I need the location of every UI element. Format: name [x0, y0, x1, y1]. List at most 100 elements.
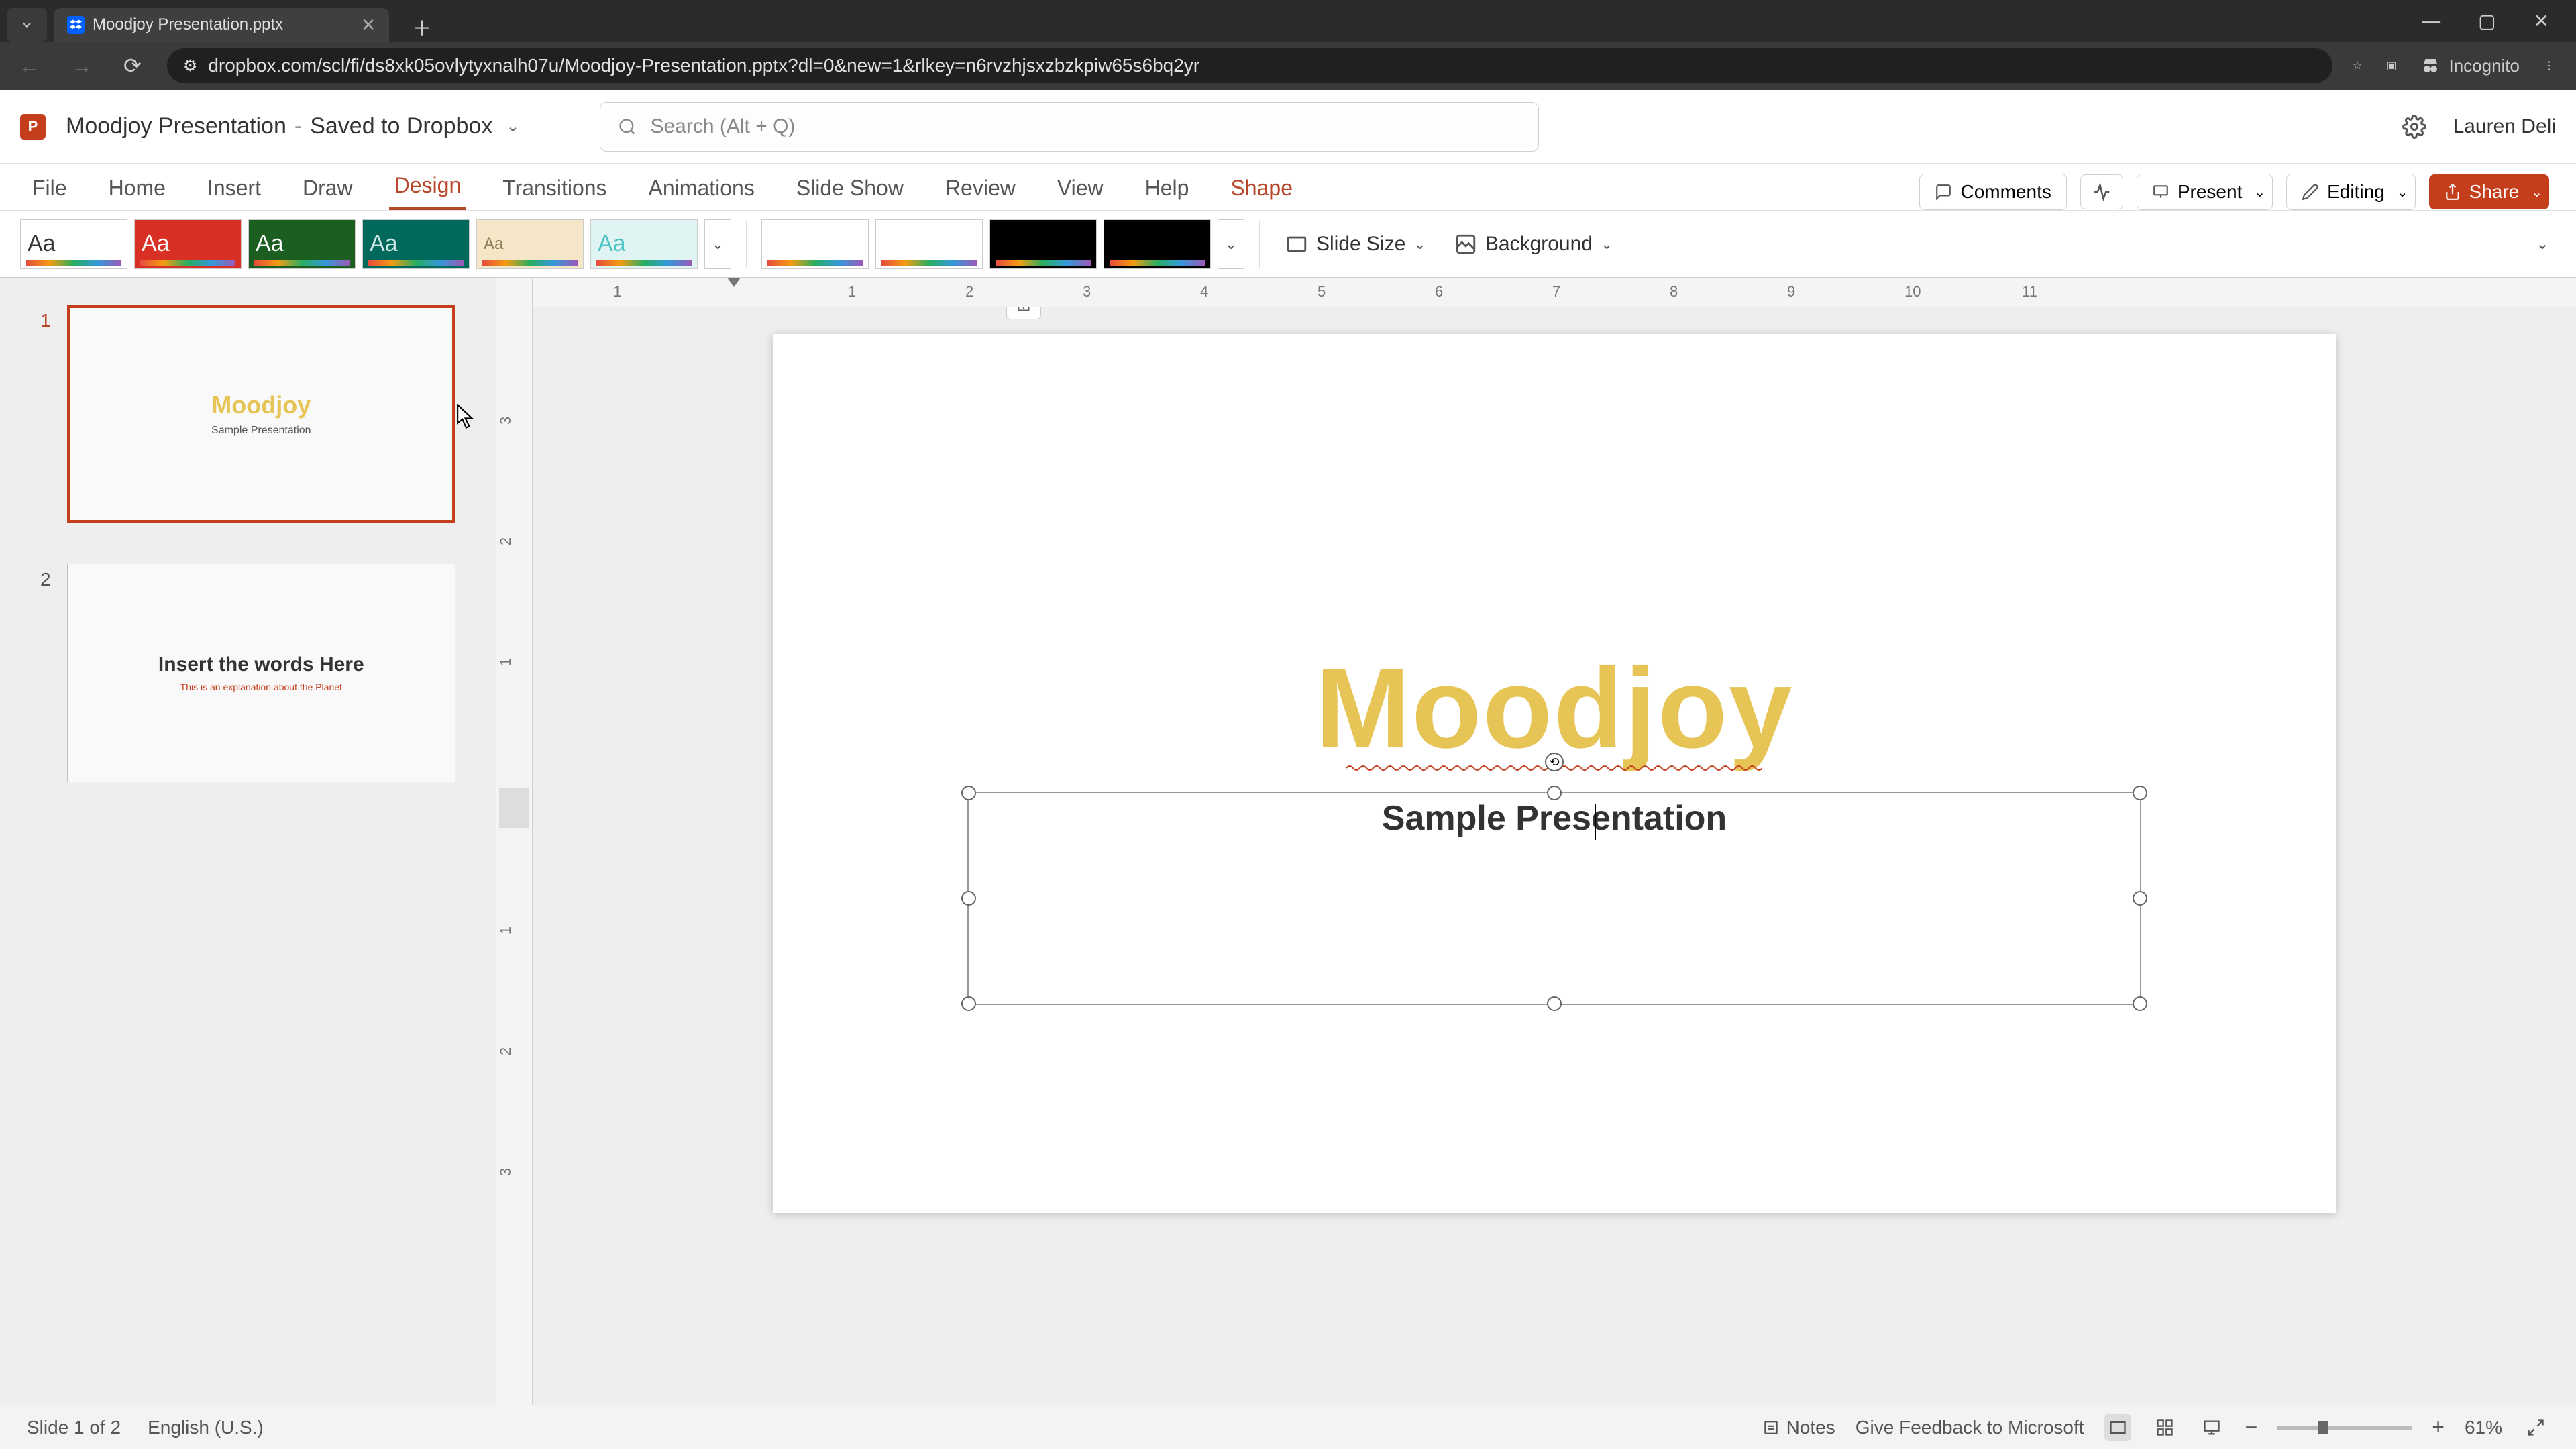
browser-menu-icon[interactable]: ⋮ — [2544, 59, 2555, 72]
ribbon-collapse-button[interactable]: ⌄ — [2529, 227, 2556, 260]
slide-canvas[interactable]: Moodjoy ⟲ Sample Presentat — [773, 334, 2336, 1213]
theme-option-1[interactable]: Aa — [20, 219, 127, 269]
search-input[interactable]: Search (Alt + Q) — [600, 102, 1539, 152]
slide-thumbnail-2[interactable]: Insert the words Here This is an explana… — [67, 564, 455, 782]
site-settings-icon[interactable]: ⚙ — [183, 56, 198, 76]
comment-icon — [1935, 183, 1952, 201]
user-name[interactable]: Lauren Deli — [2453, 115, 2556, 138]
background-button[interactable]: Background ⌄ — [1444, 226, 1624, 262]
minimize-icon[interactable]: — — [2422, 10, 2440, 32]
zoom-level[interactable]: 61% — [2465, 1417, 2502, 1438]
reading-view-button[interactable] — [2198, 1414, 2225, 1441]
resize-handle[interactable] — [2133, 786, 2147, 800]
tab-transitions[interactable]: Transitions — [497, 166, 612, 210]
theme-option-6[interactable]: Aa — [590, 219, 698, 269]
feedback-link[interactable]: Give Feedback to Microsoft — [1856, 1417, 2084, 1438]
present-icon — [2152, 183, 2169, 201]
tab-close-icon[interactable]: ✕ — [361, 15, 376, 36]
resize-handle[interactable] — [2133, 891, 2147, 906]
url-text: dropbox.com/scl/fi/ds8xk05ovlytyxnalh07u… — [208, 55, 1199, 76]
notes-icon — [1762, 1419, 1780, 1436]
sorter-view-button[interactable] — [2151, 1414, 2178, 1441]
theme-option-2[interactable]: Aa — [134, 219, 241, 269]
reload-button[interactable]: ⟳ — [118, 53, 147, 78]
slide-number: 2 — [40, 564, 51, 782]
new-tab-button[interactable]: ＋ — [402, 12, 441, 42]
resize-handle[interactable] — [2133, 996, 2147, 1011]
variant-option-4[interactable] — [1104, 219, 1211, 269]
slide-number: 1 — [40, 305, 51, 523]
close-window-icon[interactable]: ✕ — [2534, 10, 2549, 32]
reading-mode-icon[interactable]: ▣ — [2386, 59, 2396, 72]
pencil-icon — [2302, 183, 2319, 201]
language-indicator[interactable]: English (U.S.) — [148, 1417, 264, 1438]
variant-option-3[interactable] — [989, 219, 1097, 269]
editing-mode-button[interactable]: Editing ⌄ — [2286, 174, 2415, 210]
share-button[interactable]: Share ⌄ — [2429, 174, 2549, 209]
resize-handle[interactable] — [961, 891, 976, 906]
theme-option-3[interactable]: Aa — [248, 219, 356, 269]
zoom-out-button[interactable]: − — [2245, 1415, 2258, 1440]
maximize-icon[interactable]: ▢ — [2478, 10, 2496, 32]
zoom-slider[interactable] — [2277, 1426, 2412, 1430]
theme-option-5[interactable]: Aa — [476, 219, 584, 269]
bookmark-icon[interactable]: ☆ — [2353, 59, 2362, 72]
resize-handle[interactable] — [1547, 786, 1562, 800]
catch-up-button[interactable] — [2080, 174, 2123, 209]
slide-size-icon — [1285, 233, 1308, 256]
incognito-indicator[interactable]: Incognito — [2420, 56, 2520, 76]
themes-more-button[interactable]: ⌄ — [704, 219, 731, 269]
address-bar[interactable]: ⚙ dropbox.com/scl/fi/ds8xk05ovlytyxnalh0… — [167, 48, 2332, 83]
resize-handle[interactable] — [961, 996, 976, 1011]
chevron-down-icon: ⌄ — [1413, 235, 1426, 253]
rotate-handle[interactable]: ⟲ — [1545, 753, 1564, 771]
chevron-down-icon[interactable]: ⌄ — [2254, 184, 2265, 201]
tab-home[interactable]: Home — [103, 166, 171, 210]
horizontal-ruler: 1 1 2 3 4 5 6 7 8 9 10 11 — [533, 278, 2576, 307]
back-button[interactable]: ← — [13, 54, 46, 78]
tab-design[interactable]: Design — [389, 164, 467, 210]
variant-option-2[interactable] — [875, 219, 983, 269]
slide-thumbnail-1[interactable]: Moodjoy Sample Presentation — [67, 305, 455, 523]
settings-icon[interactable] — [2402, 115, 2426, 139]
tab-search-dropdown[interactable] — [7, 8, 47, 42]
tab-title: Moodjoy Presentation.pptx — [93, 15, 283, 34]
forward-button[interactable]: → — [66, 54, 98, 78]
theme-option-4[interactable]: Aa — [362, 219, 470, 269]
tab-help[interactable]: Help — [1140, 166, 1195, 210]
background-icon — [1454, 233, 1477, 256]
tab-view[interactable]: View — [1052, 166, 1109, 210]
tab-slideshow[interactable]: Slide Show — [791, 166, 909, 210]
browser-tab[interactable]: Moodjoy Presentation.pptx ✕ — [54, 8, 389, 42]
chevron-down-icon: ⌄ — [506, 117, 519, 136]
notes-toggle[interactable]: Notes — [1762, 1417, 1835, 1438]
share-icon — [2444, 183, 2461, 201]
fit-to-window-button[interactable] — [2522, 1414, 2549, 1441]
chevron-down-icon[interactable]: ⌄ — [2531, 184, 2542, 201]
subtitle-textbox[interactable]: ⟲ Sample Presentation — [967, 792, 2141, 1005]
comments-button[interactable]: Comments — [1919, 174, 2066, 210]
slide-size-button[interactable]: Slide Size ⌄ — [1275, 226, 1437, 262]
tab-shape[interactable]: Shape — [1225, 166, 1298, 210]
variants-more-button[interactable]: ⌄ — [1218, 219, 1244, 269]
tab-draw[interactable]: Draw — [297, 166, 358, 210]
dropbox-icon — [67, 16, 85, 34]
chevron-down-icon[interactable]: ⌄ — [2397, 184, 2408, 201]
powerpoint-icon: P — [20, 114, 46, 140]
chevron-down-icon: ⌄ — [1601, 235, 1613, 253]
slide-counter[interactable]: Slide 1 of 2 — [27, 1417, 121, 1438]
text-cursor — [1595, 804, 1596, 840]
vertical-ruler: 3 2 1 1 2 3 — [496, 278, 533, 1405]
resize-handle[interactable] — [961, 786, 976, 800]
zoom-in-button[interactable]: + — [2432, 1415, 2445, 1440]
resize-handle[interactable] — [1547, 996, 1562, 1011]
tab-review[interactable]: Review — [940, 166, 1021, 210]
variant-option-1[interactable] — [761, 219, 869, 269]
tab-insert[interactable]: Insert — [202, 166, 266, 210]
slide-thumbnail-panel: 1 Moodjoy Sample Presentation 2 Insert t… — [0, 278, 496, 1405]
tab-file[interactable]: File — [27, 166, 72, 210]
tab-animations[interactable]: Animations — [643, 166, 760, 210]
normal-view-button[interactable] — [2104, 1414, 2131, 1441]
present-button[interactable]: Present ⌄ — [2137, 174, 2273, 210]
document-title[interactable]: Moodjoy Presentation - Saved to Dropbox … — [66, 113, 519, 140]
